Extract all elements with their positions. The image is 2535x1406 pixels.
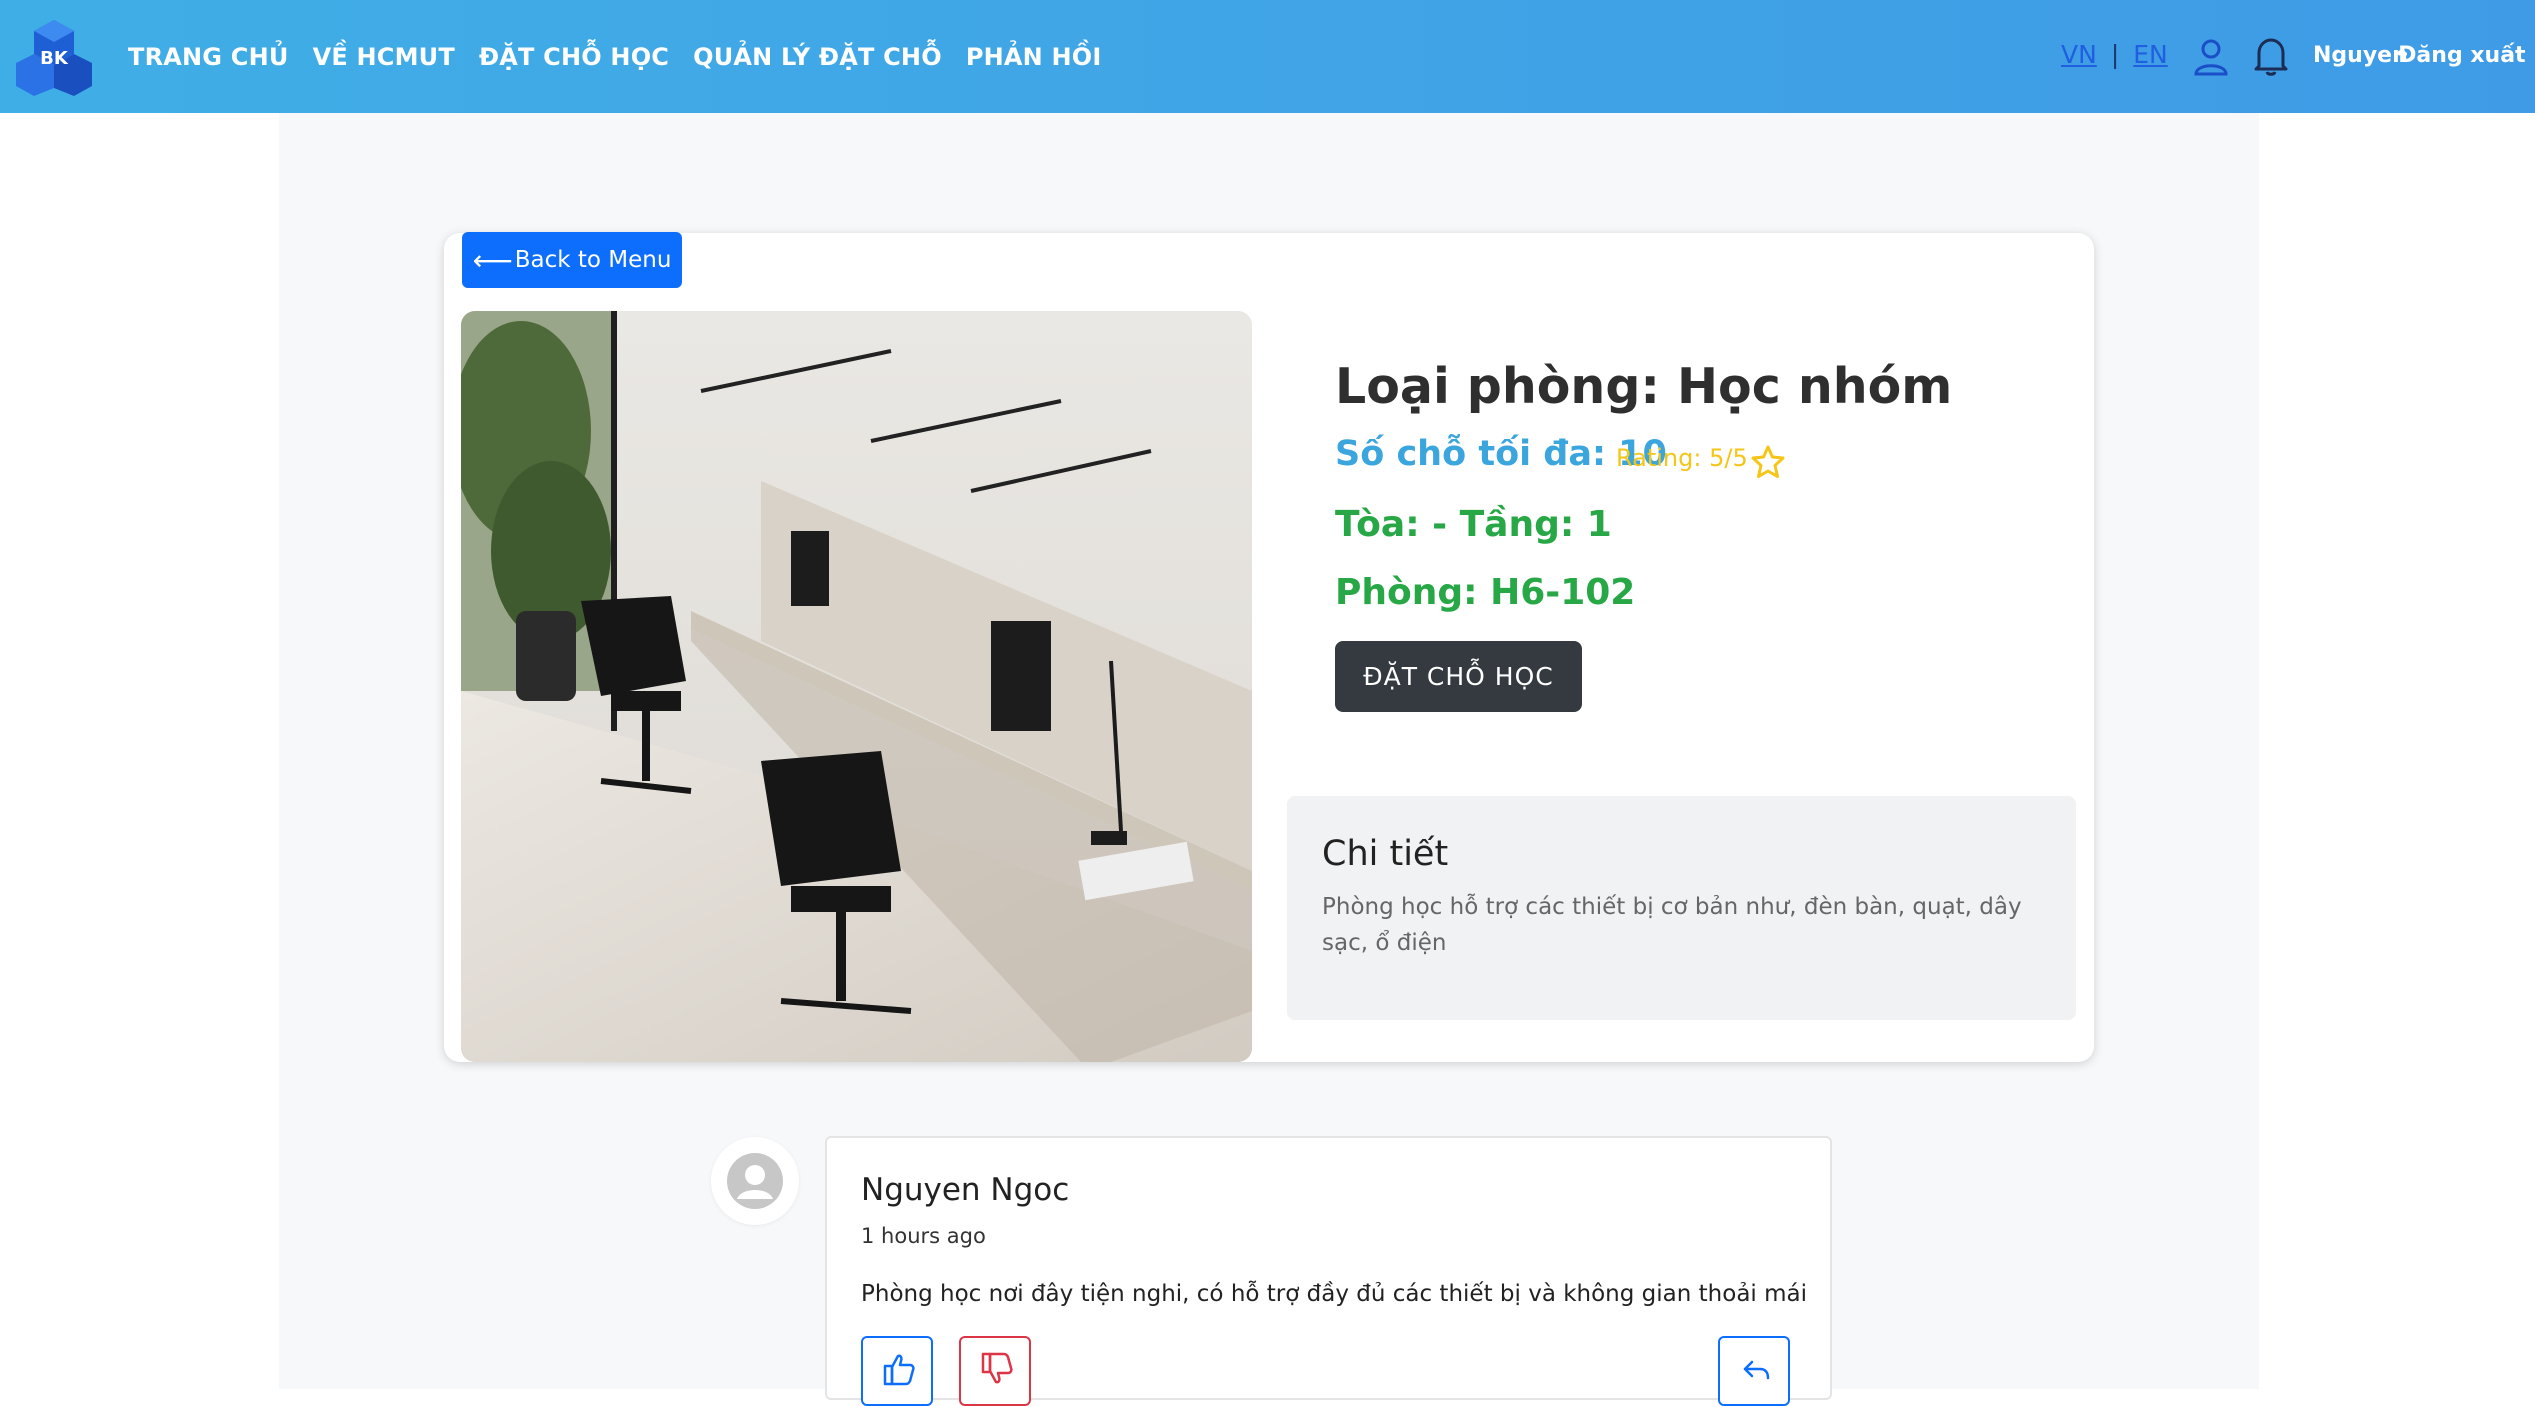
star-icon bbox=[1751, 445, 1785, 478]
reply-button[interactable] bbox=[1718, 1336, 1790, 1406]
back-to-menu-button[interactable]: ⟵ Back to Menu bbox=[462, 232, 682, 288]
bell-icon[interactable] bbox=[2254, 36, 2288, 76]
nav-manage-bookings[interactable]: QUẢN LÝ ĐẶT CHỖ bbox=[693, 43, 942, 71]
comment-time: 1 hours ago bbox=[861, 1224, 986, 1248]
user-name[interactable]: Nguyen bbox=[2313, 43, 2408, 68]
room-rating: Rating: 5/5 bbox=[1616, 444, 1748, 472]
reply-icon bbox=[1743, 1360, 1770, 1380]
room-building-floor: Tòa: - Tầng: 1 bbox=[1335, 504, 1612, 545]
details-text: Phòng học hỗ trợ các thiết bị cơ bản như… bbox=[1322, 894, 2022, 956]
lang-separator: | bbox=[2110, 40, 2120, 69]
comment-author: Nguyen Ngoc bbox=[861, 1172, 1070, 1208]
nav-home[interactable]: TRANG CHỦ bbox=[128, 43, 289, 71]
nav-feedback[interactable]: PHẢN HỒI bbox=[966, 43, 1102, 71]
lang-en-link[interactable]: EN bbox=[2133, 40, 2168, 69]
language-switcher: VN | EN bbox=[2061, 40, 2168, 69]
room-photo bbox=[461, 311, 1252, 1062]
logo-text: BK bbox=[40, 48, 69, 69]
logout-link[interactable]: Đăng xuất bbox=[2398, 43, 2526, 68]
details-title: Chi tiết bbox=[1322, 834, 1449, 874]
nav-book-seat[interactable]: ĐẶT CHỖ HỌC bbox=[479, 43, 669, 71]
main-nav: TRANG CHỦ VỀ HCMUT ĐẶT CHỖ HỌC QUẢN LÝ Đ… bbox=[128, 0, 1126, 113]
dislike-button[interactable] bbox=[959, 1336, 1031, 1406]
thumbs-up-icon bbox=[883, 1354, 915, 1386]
thumbs-down-icon bbox=[981, 1352, 1013, 1384]
comment-text: Phòng học nơi đây tiện nghi, có hỗ trợ đ… bbox=[861, 1281, 1807, 1307]
like-button[interactable] bbox=[861, 1336, 933, 1406]
nav-about[interactable]: VỀ HCMUT bbox=[313, 43, 455, 71]
room-number: Phòng: H6-102 bbox=[1335, 572, 1636, 613]
room-type-title: Loại phòng: Học nhóm bbox=[1335, 358, 1953, 415]
avatar bbox=[711, 1137, 799, 1225]
top-navbar: BK TRANG CHỦ VỀ HCMUT ĐẶT CHỖ HỌC QUẢN L… bbox=[0, 0, 2535, 113]
arrow-left-icon: ⟵ bbox=[472, 243, 513, 277]
bk-logo[interactable]: BK bbox=[14, 18, 94, 96]
lang-vn-link[interactable]: VN bbox=[2061, 40, 2097, 69]
avatar-icon bbox=[727, 1153, 783, 1209]
book-seat-button[interactable]: ĐẶT CHỖ HỌC bbox=[1335, 641, 1582, 712]
user-icon[interactable] bbox=[2193, 38, 2229, 76]
back-button-label: Back to Menu bbox=[514, 247, 672, 273]
